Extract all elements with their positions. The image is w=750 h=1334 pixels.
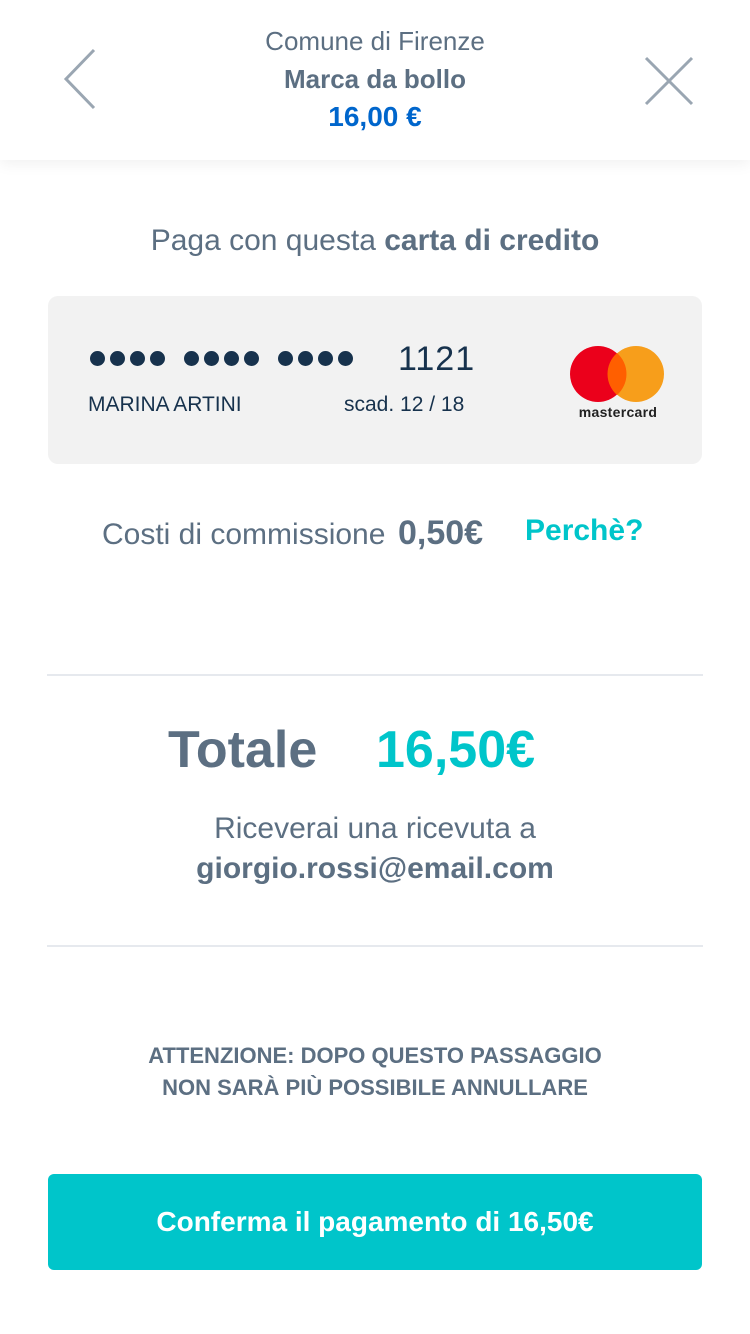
payment-method-title: Paga con questa carta di credito <box>0 224 750 258</box>
close-button[interactable] <box>640 52 698 110</box>
masked-group <box>90 351 165 366</box>
receipt-text: Riceverai una ricevuta a <box>214 812 536 845</box>
total-label: Totale <box>168 721 318 779</box>
issuer-name: Comune di Firenze <box>265 26 485 56</box>
payment-title-bold: carta di credito <box>384 224 600 257</box>
header: Comune di Firenze Marca da bollo 16,00 € <box>0 0 750 160</box>
total-value: 16,50€ <box>376 721 536 779</box>
warning-message: ATTENZIONE: DOPO QUESTO PASSAGGIO NON SA… <box>0 1040 750 1104</box>
card-last-four: 1121 <box>398 340 476 378</box>
card-expiry: scad. 12 / 18 <box>344 393 465 416</box>
card-brand: mastercard <box>578 404 658 420</box>
card-holder-name: MARINA ARTINI <box>88 393 242 416</box>
warning-line-1: ATTENZIONE: DOPO QUESTO PASSAGGIO <box>148 1043 602 1068</box>
warning-line-2: NON SARÀ PIÙ POSSIBILE ANNULLARE <box>162 1075 588 1100</box>
credit-card[interactable]: 1121 MARINA ARTINI scad. 12 / 18 masterc… <box>48 296 702 464</box>
masked-card-number <box>90 351 353 366</box>
fee-label: Costi di commissione <box>102 518 386 551</box>
divider <box>47 945 703 947</box>
confirm-payment-button[interactable]: Conferma il pagamento di 16,50€ <box>48 1174 702 1270</box>
masked-group <box>184 351 259 366</box>
mastercard-logo-icon: mastercard <box>568 344 668 424</box>
fee-why-link[interactable]: Perchè? <box>525 514 643 548</box>
fee-value: 0,50€ <box>398 514 484 552</box>
item-amount: 16,00 € <box>328 101 422 132</box>
item-name: Marca da bollo <box>283 64 467 94</box>
masked-group <box>278 351 353 366</box>
receipt-email: giorgio.rossi@email.com <box>196 852 554 885</box>
divider <box>47 674 703 676</box>
close-icon <box>644 56 694 106</box>
payment-title-prefix: Paga con questa <box>150 224 385 257</box>
payment-confirmation-screen: Comune di Firenze Marca da bollo 16,00 €… <box>0 0 750 1334</box>
